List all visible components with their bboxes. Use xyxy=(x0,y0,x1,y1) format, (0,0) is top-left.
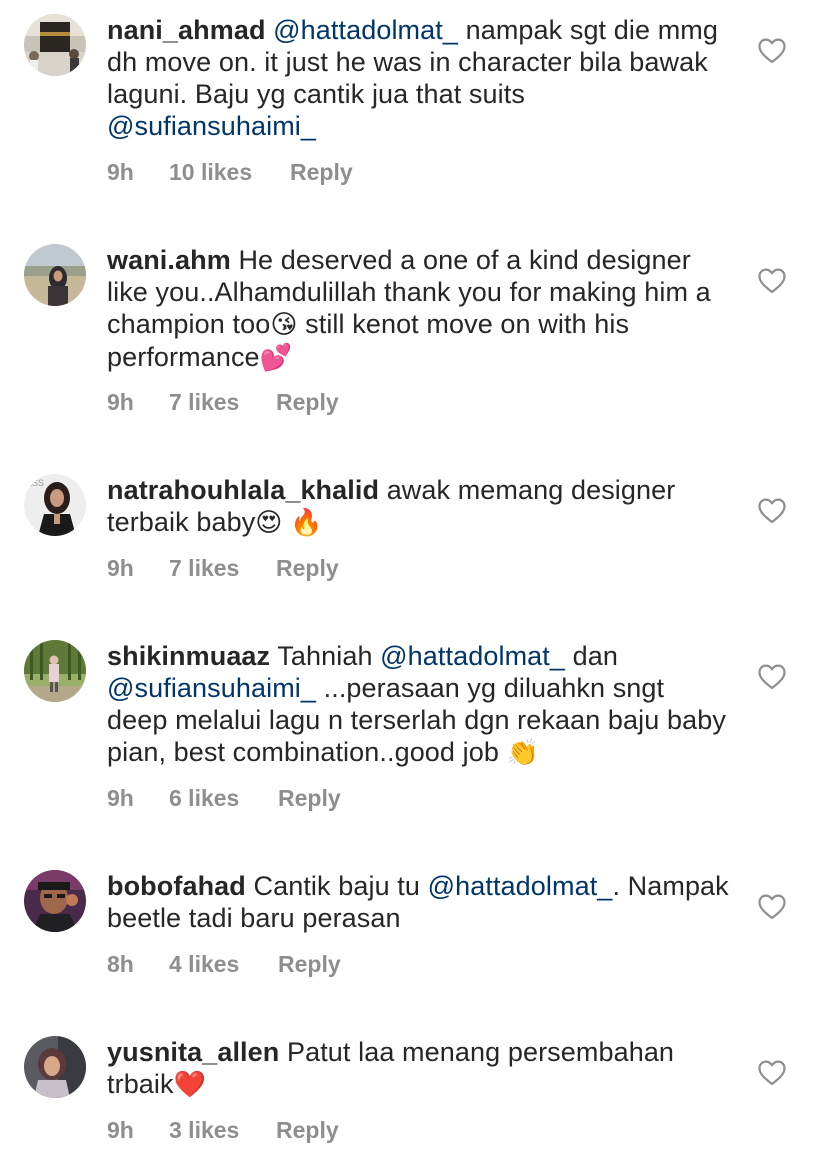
mention-link[interactable]: @hattadolmat_ xyxy=(428,871,613,901)
avatar[interactable] xyxy=(24,640,86,702)
comment-meta: 9h 7 likes Reply xyxy=(107,555,339,582)
reply-button[interactable]: Reply xyxy=(290,159,353,186)
comment-text: shikinmuaaz Tahniah @hattadolmat_ dan @s… xyxy=(107,640,732,769)
heart-outline-icon[interactable] xyxy=(758,498,786,524)
comment-username[interactable]: nani_ahmad xyxy=(107,15,266,45)
avatar[interactable] xyxy=(24,870,86,932)
reply-button[interactable]: Reply xyxy=(278,951,341,978)
comment-meta: 9h 10 likes Reply xyxy=(107,159,353,186)
comment-body-text: dan xyxy=(565,641,618,671)
comment-timestamp: 9h xyxy=(107,1117,134,1143)
reply-button[interactable]: Reply xyxy=(276,555,339,582)
emoji: 😍 xyxy=(255,508,283,538)
comment-timestamp: 8h xyxy=(107,951,134,977)
comment-meta: 9h 7 likes Reply xyxy=(107,389,339,416)
comment-text: nani_ahmad @hattadolmat_ nampak sgt die … xyxy=(107,14,732,142)
comment-likes-count[interactable]: 7 likes xyxy=(169,555,276,582)
avatar-photo xyxy=(24,640,86,702)
heart-outline-icon[interactable] xyxy=(758,268,786,294)
avatar[interactable] xyxy=(24,14,86,76)
comment-username[interactable]: bobofahad xyxy=(107,871,246,901)
mention-link[interactable]: @sufiansuhaimi_ xyxy=(107,111,316,141)
mention-link[interactable]: @hattadolmat_ xyxy=(380,641,565,671)
heart-outline-icon[interactable] xyxy=(758,38,786,64)
avatar-photo xyxy=(24,870,86,932)
avatar-photo xyxy=(24,14,86,76)
comment-text: wani.ahm He deserved a one of a kind des… xyxy=(107,244,732,374)
reply-button[interactable]: Reply xyxy=(276,1117,339,1144)
heart-outline-icon[interactable] xyxy=(758,1060,786,1086)
comment-text: yusnita_allen Patut laa menang persembah… xyxy=(107,1036,732,1101)
comment-username[interactable]: shikinmuaaz xyxy=(107,641,270,671)
emoji: 💕 xyxy=(259,343,293,373)
comment-likes-count[interactable]: 6 likes xyxy=(169,785,278,812)
comment-username[interactable]: natrahouhlala_khalid xyxy=(107,475,379,505)
comment-username[interactable]: wani.ahm xyxy=(107,245,231,275)
comment-timestamp: 9h xyxy=(107,785,134,811)
reply-button[interactable]: Reply xyxy=(276,389,339,416)
heart-outline-icon[interactable] xyxy=(758,894,786,920)
emoji: 👏 xyxy=(506,738,540,768)
comment-username[interactable]: yusnita_allen xyxy=(107,1037,279,1067)
comment-meta: 9h 6 likes Reply xyxy=(107,785,341,812)
comment-body-text: Cantik baju tu xyxy=(253,871,428,901)
comment-body-text: Tahniah xyxy=(277,641,381,671)
emoji: ❤️ xyxy=(173,1070,207,1100)
mention-link[interactable]: @hattadolmat_ xyxy=(273,15,458,45)
heart-outline-icon[interactable] xyxy=(758,664,786,690)
comment-meta: 8h 4 likes Reply xyxy=(107,951,341,978)
reply-button[interactable]: Reply xyxy=(278,785,341,812)
comment-likes-count[interactable]: 3 likes xyxy=(169,1117,276,1144)
avatar-photo xyxy=(24,244,86,306)
comment-body-text xyxy=(283,507,291,537)
mention-link[interactable]: @sufiansuhaimi_ xyxy=(107,673,316,703)
comment-likes-count[interactable]: 4 likes xyxy=(169,951,278,978)
avatar[interactable] xyxy=(24,1036,86,1098)
avatar-photo: ESS xyxy=(24,474,86,536)
comment-text: bobofahad Cantik baju tu @hattadolmat_. … xyxy=(107,870,732,934)
avatar[interactable]: ESS xyxy=(24,474,86,536)
comment-timestamp: 9h xyxy=(107,389,134,415)
comment-likes-count[interactable]: 7 likes xyxy=(169,389,276,416)
avatar-photo xyxy=(24,1036,86,1098)
svg-text:ESS: ESS xyxy=(26,478,44,488)
comment-meta: 9h 3 likes Reply xyxy=(107,1117,339,1144)
comment-likes-count[interactable]: 10 likes xyxy=(169,159,290,186)
emoji: 😘 xyxy=(270,310,298,340)
comment-timestamp: 9h xyxy=(107,555,134,581)
comment-text: natrahouhlala_khalid awak memang designe… xyxy=(107,474,732,539)
emoji: 🔥 xyxy=(290,508,323,538)
avatar[interactable] xyxy=(24,244,86,306)
comment-timestamp: 9h xyxy=(107,159,134,185)
